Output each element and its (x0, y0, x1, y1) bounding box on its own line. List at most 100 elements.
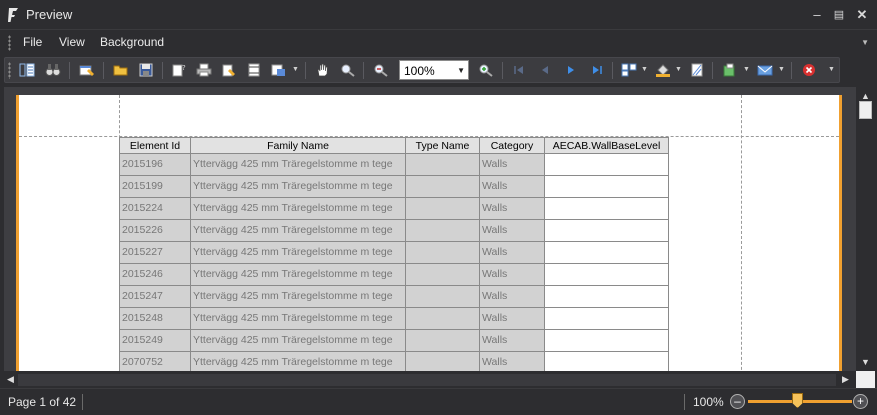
table-cell: Yttervägg 425 mm Träregelstomme m tege (190, 263, 406, 286)
scroll-up-icon[interactable]: ▲ (861, 91, 870, 101)
last-page-icon[interactable] (587, 61, 607, 79)
toolbar-separator (103, 62, 104, 79)
menu-file[interactable]: File (23, 35, 42, 49)
table-cell: 2015248 (119, 307, 191, 330)
title-bar: Preview – ▤ ✕ (0, 0, 877, 30)
close-preview-icon[interactable] (799, 61, 819, 79)
vertical-scrollbar[interactable]: ▲ ▼ (856, 87, 875, 371)
open-folder-icon[interactable] (111, 61, 131, 79)
menubar-overflow-icon[interactable]: ▼ (861, 38, 869, 47)
quick-print-icon[interactable] (219, 61, 239, 79)
column-header-category: Category (479, 137, 545, 154)
table-cell (405, 153, 480, 176)
table-cell: Yttervägg 425 mm Träregelstomme m tege (190, 307, 406, 330)
export-dropdown-icon[interactable]: ▼ (743, 66, 750, 73)
hand-tool-icon[interactable] (313, 61, 333, 79)
svg-text:?: ? (182, 64, 186, 72)
table-cell (405, 285, 480, 308)
table-cell: 2015199 (119, 175, 191, 198)
zoom-in-button[interactable]: + (853, 394, 868, 409)
table-cell: 2015249 (119, 329, 191, 352)
toolbar-separator (791, 62, 792, 79)
scroll-left-icon[interactable]: ◀ (7, 374, 14, 385)
table-cell: Yttervägg 425 mm Träregelstomme m tege (190, 175, 406, 198)
scale-dropdown-icon[interactable]: ▼ (292, 66, 299, 73)
scroll-down-icon[interactable]: ▼ (861, 357, 870, 367)
toolbar-separator (69, 62, 70, 79)
menubar-grip[interactable] (8, 35, 11, 51)
zoom-in-icon[interactable] (476, 61, 496, 79)
zoom-select[interactable]: 100% ▼ (399, 60, 469, 80)
document-map-icon[interactable] (17, 61, 37, 79)
table-cell (544, 241, 669, 264)
table-cell: 2015224 (119, 197, 191, 220)
table-cell: Yttervägg 425 mm Träregelstomme m tege (190, 285, 406, 308)
close-window-button[interactable]: ✕ (853, 6, 871, 24)
table-cell: 2015196 (119, 153, 191, 176)
export-icon[interactable] (720, 61, 740, 79)
column-header-type-name: Type Name (405, 137, 480, 154)
table-row: 2070752 Yttervägg 425 mm Träregelstomme m… (119, 351, 669, 371)
table-row: 2015247 Yttervägg 425 mm Träregelstomme m… (119, 285, 669, 308)
zoom-out-icon[interactable] (371, 61, 391, 79)
toolbar-grip[interactable] (8, 62, 11, 79)
save-icon[interactable] (136, 61, 156, 79)
zoom-slider-thumb[interactable] (792, 393, 803, 408)
magnifier-icon[interactable] (338, 61, 358, 79)
zoom-out-button[interactable]: – (730, 394, 745, 409)
vertical-scroll-thumb[interactable] (859, 101, 872, 119)
send-dropdown-icon[interactable]: ▼ (778, 66, 785, 73)
column-header-element-id: Element Id (119, 137, 191, 154)
table-row: 2015196 Yttervägg 425 mm Träregelstomme m… (119, 153, 669, 176)
menu-background[interactable]: Background (100, 35, 164, 49)
table-cell: 2015226 (119, 219, 191, 242)
customize-icon[interactable] (77, 61, 97, 79)
table-cell: Yttervägg 425 mm Träregelstomme m tege (190, 219, 406, 242)
multiple-pages-icon[interactable] (619, 61, 639, 79)
scrollbar-corner (856, 371, 875, 388)
maximize-button[interactable]: ▤ (830, 6, 848, 24)
table-cell: Walls (479, 175, 545, 198)
minimize-button[interactable]: – (808, 6, 826, 24)
print-icon[interactable] (194, 61, 214, 79)
table-cell (544, 285, 669, 308)
page-layout-icon[interactable] (244, 61, 264, 79)
window-title: Preview (26, 7, 73, 22)
page-setup-icon[interactable]: ? (169, 61, 189, 79)
scale-icon[interactable] (269, 61, 289, 79)
table-cell: Yttervägg 425 mm Träregelstomme m tege (190, 241, 406, 264)
horizontal-scroll-thumb[interactable] (18, 374, 836, 386)
background-dropdown-icon[interactable]: ▼ (675, 66, 682, 73)
table-cell: Yttervägg 425 mm Träregelstomme m tege (190, 351, 406, 371)
table-cell (544, 329, 669, 352)
previous-page-icon[interactable] (535, 61, 555, 79)
table-cell (544, 351, 669, 371)
background-color-icon[interactable] (653, 61, 673, 79)
toolbar-separator (712, 62, 713, 79)
watermark-icon[interactable] (687, 61, 707, 79)
table-cell: Walls (479, 263, 545, 286)
page-indicator: Page 1 of 42 (8, 395, 77, 409)
toolbar-overflow-icon[interactable]: ▼ (828, 66, 835, 73)
table-row: 2015224 Yttervägg 425 mm Träregelstomme m… (119, 197, 669, 220)
toolbar-separator (612, 62, 613, 79)
menu-view[interactable]: View (59, 35, 85, 49)
status-separator (82, 394, 83, 410)
column-header-family-name: Family Name (190, 137, 406, 154)
next-page-icon[interactable] (561, 61, 581, 79)
zoom-select-value: 100% (404, 64, 435, 78)
table-cell: Walls (479, 197, 545, 220)
table-cell: Yttervägg 425 mm Träregelstomme m tege (190, 197, 406, 220)
first-page-icon[interactable] (509, 61, 529, 79)
scroll-right-icon[interactable]: ▶ (842, 374, 849, 385)
table-cell (544, 263, 669, 286)
table-cell (544, 153, 669, 176)
preview-area[interactable]: Element Id Family Name Type Name Categor… (4, 87, 856, 371)
app-logo-icon (8, 8, 18, 22)
send-email-icon[interactable] (755, 61, 775, 79)
find-binoculars-icon[interactable] (43, 61, 63, 79)
table-cell (405, 329, 480, 352)
multiple-pages-dropdown-icon[interactable]: ▼ (641, 66, 648, 73)
horizontal-scrollbar[interactable]: ◀ ▶ (4, 371, 856, 388)
table-cell (405, 263, 480, 286)
